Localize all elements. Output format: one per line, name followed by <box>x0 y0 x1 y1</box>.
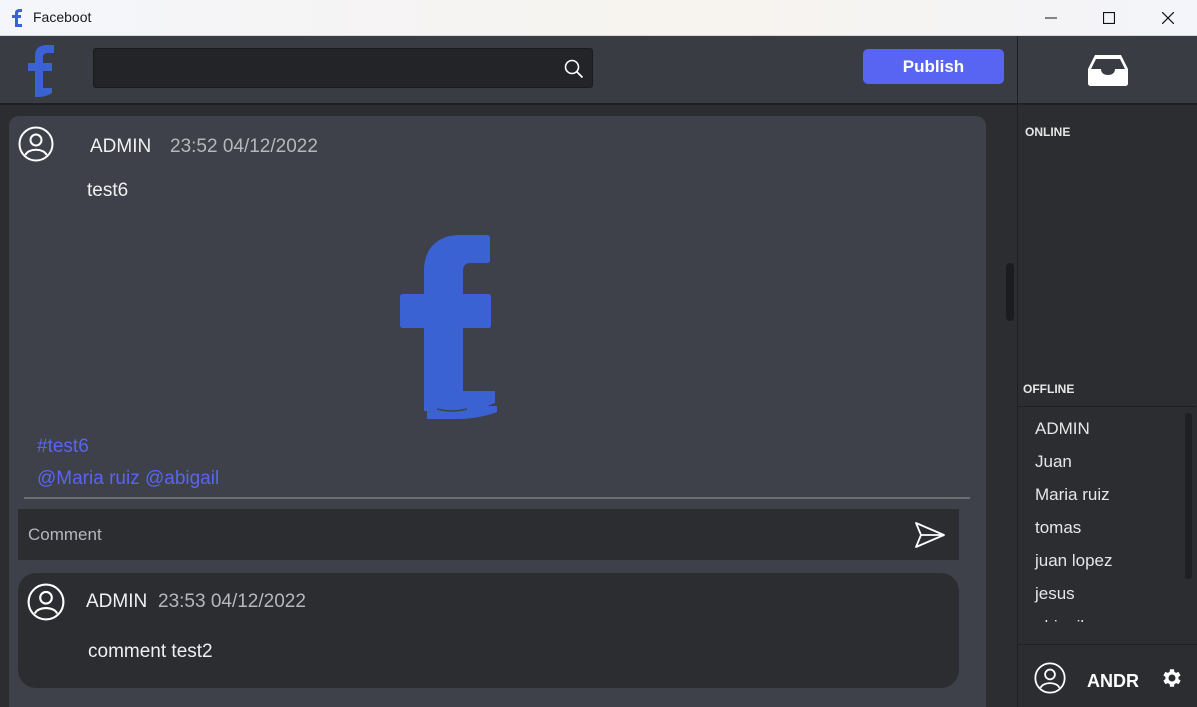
comment-timestamp: 23:53 04/12/2022 <box>158 591 306 612</box>
current-user-bar: ANDR <box>1018 644 1197 707</box>
window-title: Faceboot <box>33 9 92 25</box>
faceboot-logo-icon <box>12 9 22 27</box>
list-item[interactable]: juan lopez <box>1035 551 1113 571</box>
maximize-button[interactable] <box>1080 0 1138 36</box>
comment-card: ADMIN 23:53 04/12/2022 comment test2 <box>18 573 959 688</box>
list-item[interactable]: abigail <box>1035 617 1084 622</box>
close-button[interactable] <box>1139 0 1197 36</box>
offline-section-title: OFFLINE <box>1023 382 1075 396</box>
close-icon <box>1162 12 1174 24</box>
divider <box>24 497 970 499</box>
minimize-button[interactable] <box>1022 0 1080 36</box>
inbox-icon[interactable] <box>1087 53 1129 87</box>
list-item[interactable]: ADMIN <box>1035 419 1090 439</box>
current-username: ANDR <box>1087 671 1139 691</box>
search-icon[interactable] <box>564 59 584 79</box>
user-avatar-icon[interactable] <box>1034 662 1066 694</box>
send-icon[interactable] <box>914 521 946 549</box>
faceboot-logo-icon[interactable] <box>26 44 58 98</box>
comment-author[interactable]: ADMIN <box>86 591 147 613</box>
right-sidebar: ONLINE OFFLINE ADMIN Juan Maria ruiz tom… <box>1017 36 1197 707</box>
post-text: test6 <box>87 180 129 201</box>
comment-composer <box>18 509 959 560</box>
post-mentions-link[interactable]: @Maria ruiz @abigail <box>37 468 219 490</box>
comment-input[interactable] <box>28 509 898 560</box>
post-hashtag-link[interactable]: #test6 <box>37 436 89 458</box>
post-card: ADMIN 23:52 04/12/2022 test6 #test6 @Mar… <box>9 116 986 707</box>
feed: ADMIN 23:52 04/12/2022 test6 #test6 @Mar… <box>0 107 1017 707</box>
online-section-title: ONLINE <box>1025 125 1071 139</box>
top-bar: Publish <box>0 36 1017 105</box>
publish-button[interactable]: Publish <box>863 49 1004 84</box>
feed-scrollbar-thumb[interactable] <box>1006 263 1014 321</box>
post-image[interactable] <box>397 233 507 423</box>
list-item[interactable]: tomas <box>1035 518 1081 538</box>
search-bar <box>93 48 593 88</box>
inbox-header <box>1018 36 1197 105</box>
offline-list-scrollbar[interactable] <box>1185 413 1192 579</box>
title-bar: Faceboot <box>0 0 1197 36</box>
post-author[interactable]: ADMIN <box>90 136 151 158</box>
list-item[interactable]: jesus <box>1035 584 1075 604</box>
maximize-icon <box>1103 12 1115 24</box>
list-item[interactable]: Juan <box>1035 452 1072 472</box>
user-avatar-icon[interactable] <box>27 583 65 621</box>
offline-user-list: ADMIN Juan Maria ruiz tomas juan lopez j… <box>1018 406 1196 622</box>
gear-icon[interactable] <box>1159 666 1183 690</box>
feed-scrollbar[interactable] <box>1003 107 1016 707</box>
post-timestamp: 23:52 04/12/2022 <box>170 136 318 157</box>
search-input[interactable] <box>102 49 552 87</box>
list-item[interactable]: Maria ruiz <box>1035 485 1110 505</box>
comment-text: comment test2 <box>88 641 213 662</box>
minimize-icon <box>1045 17 1057 19</box>
user-avatar-icon[interactable] <box>18 126 54 162</box>
